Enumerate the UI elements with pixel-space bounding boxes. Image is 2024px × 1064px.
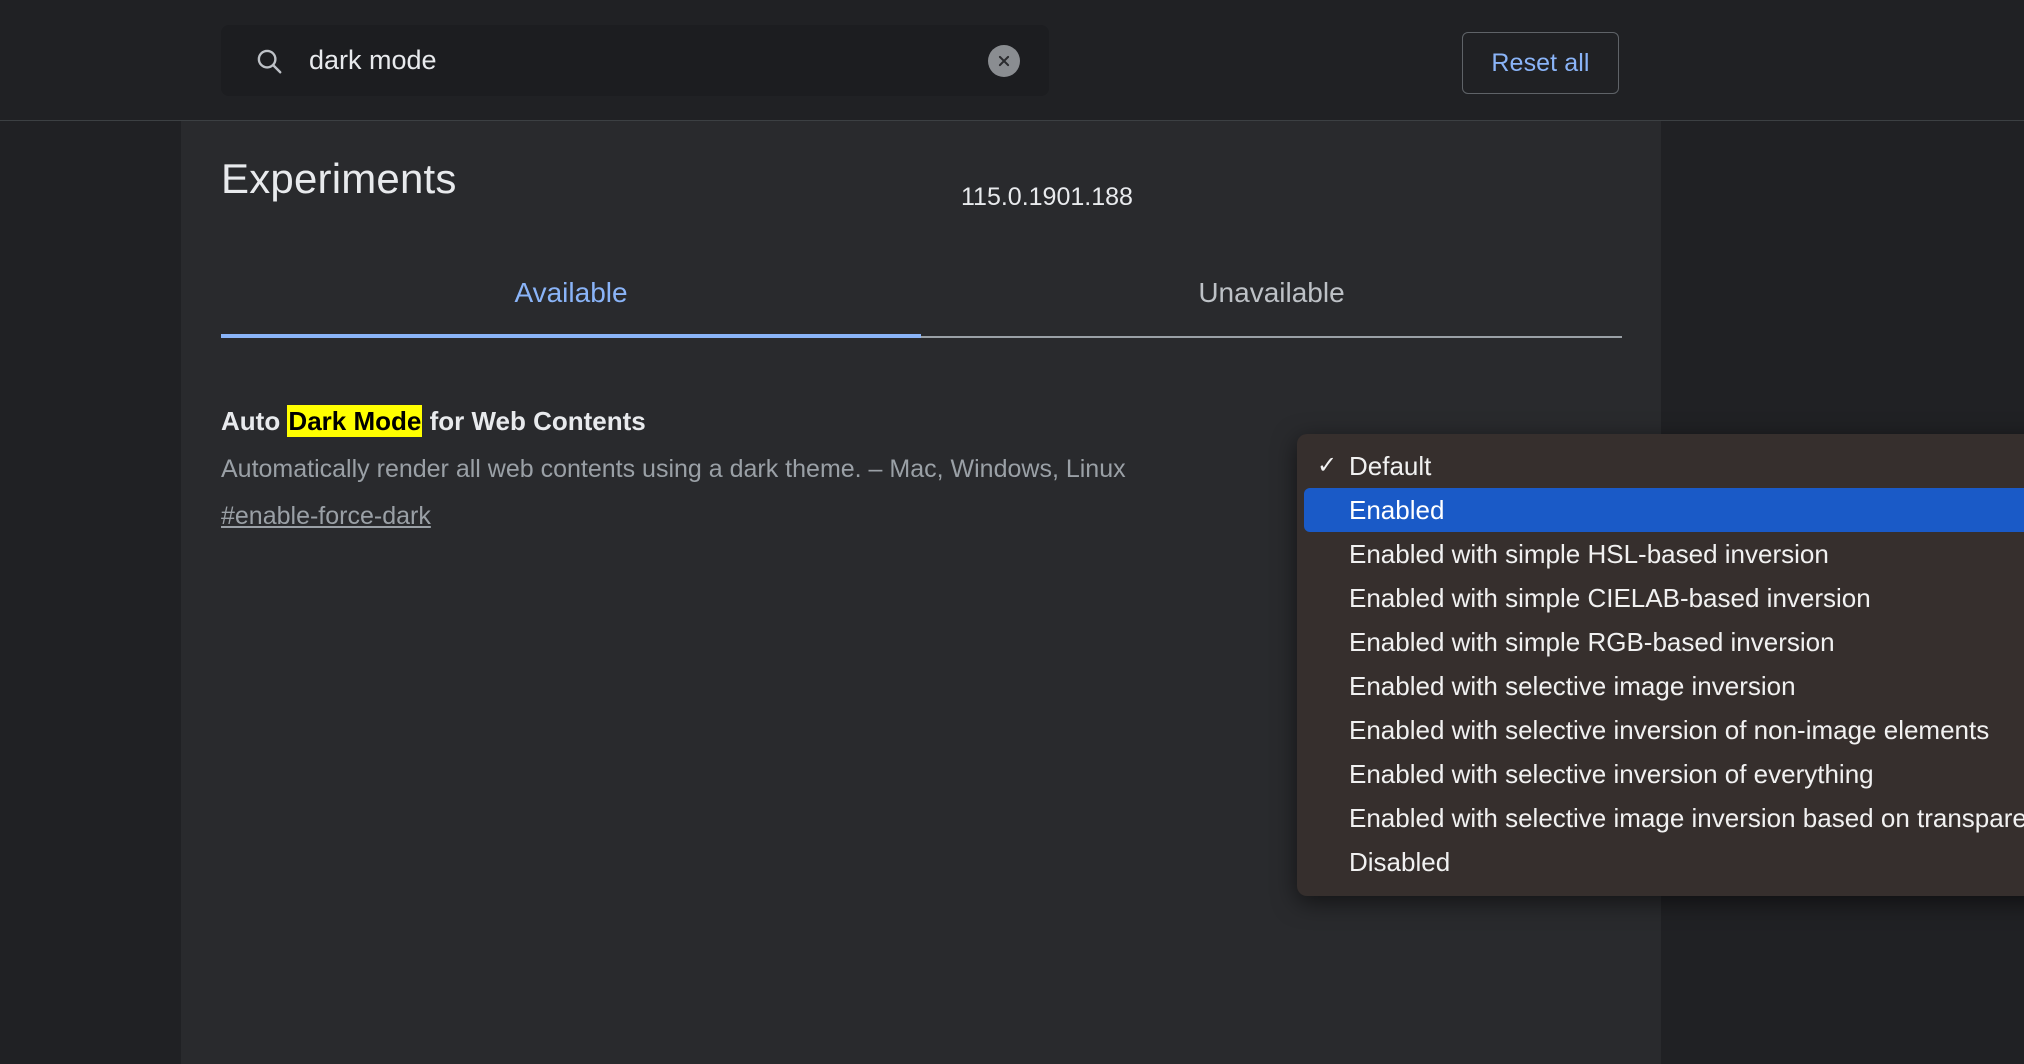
menu-item[interactable]: Enabled with selective inversion of non-… bbox=[1304, 708, 2024, 752]
search-match-highlight: Dark Mode bbox=[287, 405, 422, 437]
menu-item[interactable]: ✓ Default bbox=[1304, 444, 2024, 488]
menu-item-label: Enabled with selective image inversion b… bbox=[1349, 803, 2024, 833]
version-label: 115.0.1901.188 bbox=[961, 183, 1133, 212]
menu-item-label: Disabled bbox=[1349, 847, 1450, 877]
menu-item-label: Enabled bbox=[1349, 495, 1444, 525]
experiment-description: Automatically render all web contents us… bbox=[221, 453, 1321, 486]
menu-item-label: Enabled with simple CIELAB-based inversi… bbox=[1349, 583, 1871, 613]
experiment-title-suffix: for Web Contents bbox=[422, 406, 645, 436]
menu-item[interactable]: Enabled bbox=[1304, 488, 2024, 532]
menu-item[interactable]: Enabled with simple RGB-based inversion bbox=[1304, 620, 2024, 664]
menu-item[interactable]: Disabled bbox=[1304, 840, 2024, 884]
menu-item[interactable]: Enabled with selective image inversion bbox=[1304, 664, 2024, 708]
experiment-flag-id[interactable]: #enable-force-dark bbox=[221, 502, 431, 531]
tab-active-indicator bbox=[221, 334, 921, 338]
check-icon: ✓ bbox=[1317, 444, 1337, 488]
reset-all-button[interactable]: Reset all bbox=[1462, 32, 1619, 94]
left-gutter bbox=[0, 121, 181, 1064]
menu-item[interactable]: Enabled with simple HSL-based inversion bbox=[1304, 532, 2024, 576]
search-field-container[interactable] bbox=[221, 25, 1049, 96]
flags-page: Reset all Experiments 115.0.1901.188 Ava… bbox=[0, 0, 2024, 1064]
menu-item[interactable]: Enabled with selective image inversion b… bbox=[1304, 796, 2024, 840]
menu-item[interactable]: Enabled with simple CIELAB-based inversi… bbox=[1304, 576, 2024, 620]
search-input[interactable] bbox=[309, 25, 929, 96]
menu-item-label: Enabled with selective image inversion bbox=[1349, 671, 1796, 701]
tab-unavailable[interactable]: Unavailable bbox=[921, 250, 1622, 336]
experiment-title-prefix: Auto bbox=[221, 406, 287, 436]
search-icon bbox=[254, 46, 284, 76]
menu-item-label: Enabled with simple RGB-based inversion bbox=[1349, 627, 1835, 657]
tab-bar: Available Unavailable bbox=[221, 250, 1622, 340]
menu-item[interactable]: Enabled with selective inversion of ever… bbox=[1304, 752, 2024, 796]
clear-search-icon[interactable] bbox=[988, 45, 1020, 77]
experiment-entry: Auto Dark Mode for Web Contents Automati… bbox=[221, 405, 1321, 531]
top-search-bar: Reset all bbox=[0, 0, 2024, 121]
tab-available[interactable]: Available bbox=[221, 250, 921, 336]
experiment-options-dropdown[interactable]: ✓ Default Enabled Enabled with simple HSL-b… bbox=[1297, 434, 2024, 896]
menu-item-label: Enabled with selective inversion of ever… bbox=[1349, 759, 1874, 789]
menu-item-label: Enabled with selective inversion of non-… bbox=[1349, 715, 1989, 745]
experiment-title: Auto Dark Mode for Web Contents bbox=[221, 405, 1321, 438]
menu-item-label: Default bbox=[1349, 451, 1431, 481]
page-title: Experiments bbox=[221, 155, 457, 203]
menu-item-label: Enabled with simple HSL-based inversion bbox=[1349, 539, 1829, 569]
